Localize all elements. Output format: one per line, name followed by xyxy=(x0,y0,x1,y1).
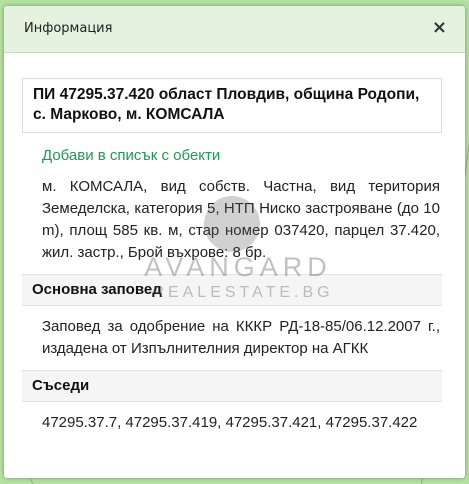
order-section-heading: Основна заповед xyxy=(22,274,442,306)
order-text: Заповед за одобрение на КККР РД-18-85/06… xyxy=(42,318,440,357)
info-dialog: Информация × ПИ 47295.37.420 област Плов… xyxy=(4,6,465,478)
property-heading: ПИ 47295.37.420 област Пловдив, община Р… xyxy=(22,78,442,133)
dialog-content: ПИ 47295.37.420 област Пловдив, община Р… xyxy=(22,78,442,434)
property-description: м. КОМСАЛА, вид собств. Частна, вид тери… xyxy=(42,178,440,261)
close-icon[interactable]: × xyxy=(432,18,447,38)
dialog-title: Информация xyxy=(24,21,113,36)
dialog-header: Информация × xyxy=(4,6,465,53)
add-to-list-link[interactable]: Добави в списък с обекти xyxy=(42,146,442,166)
neighbors-section-heading: Съседи xyxy=(22,370,442,402)
neighbors-text: 47295.37.7, 47295.37.419, 47295.37.421, … xyxy=(42,414,418,431)
